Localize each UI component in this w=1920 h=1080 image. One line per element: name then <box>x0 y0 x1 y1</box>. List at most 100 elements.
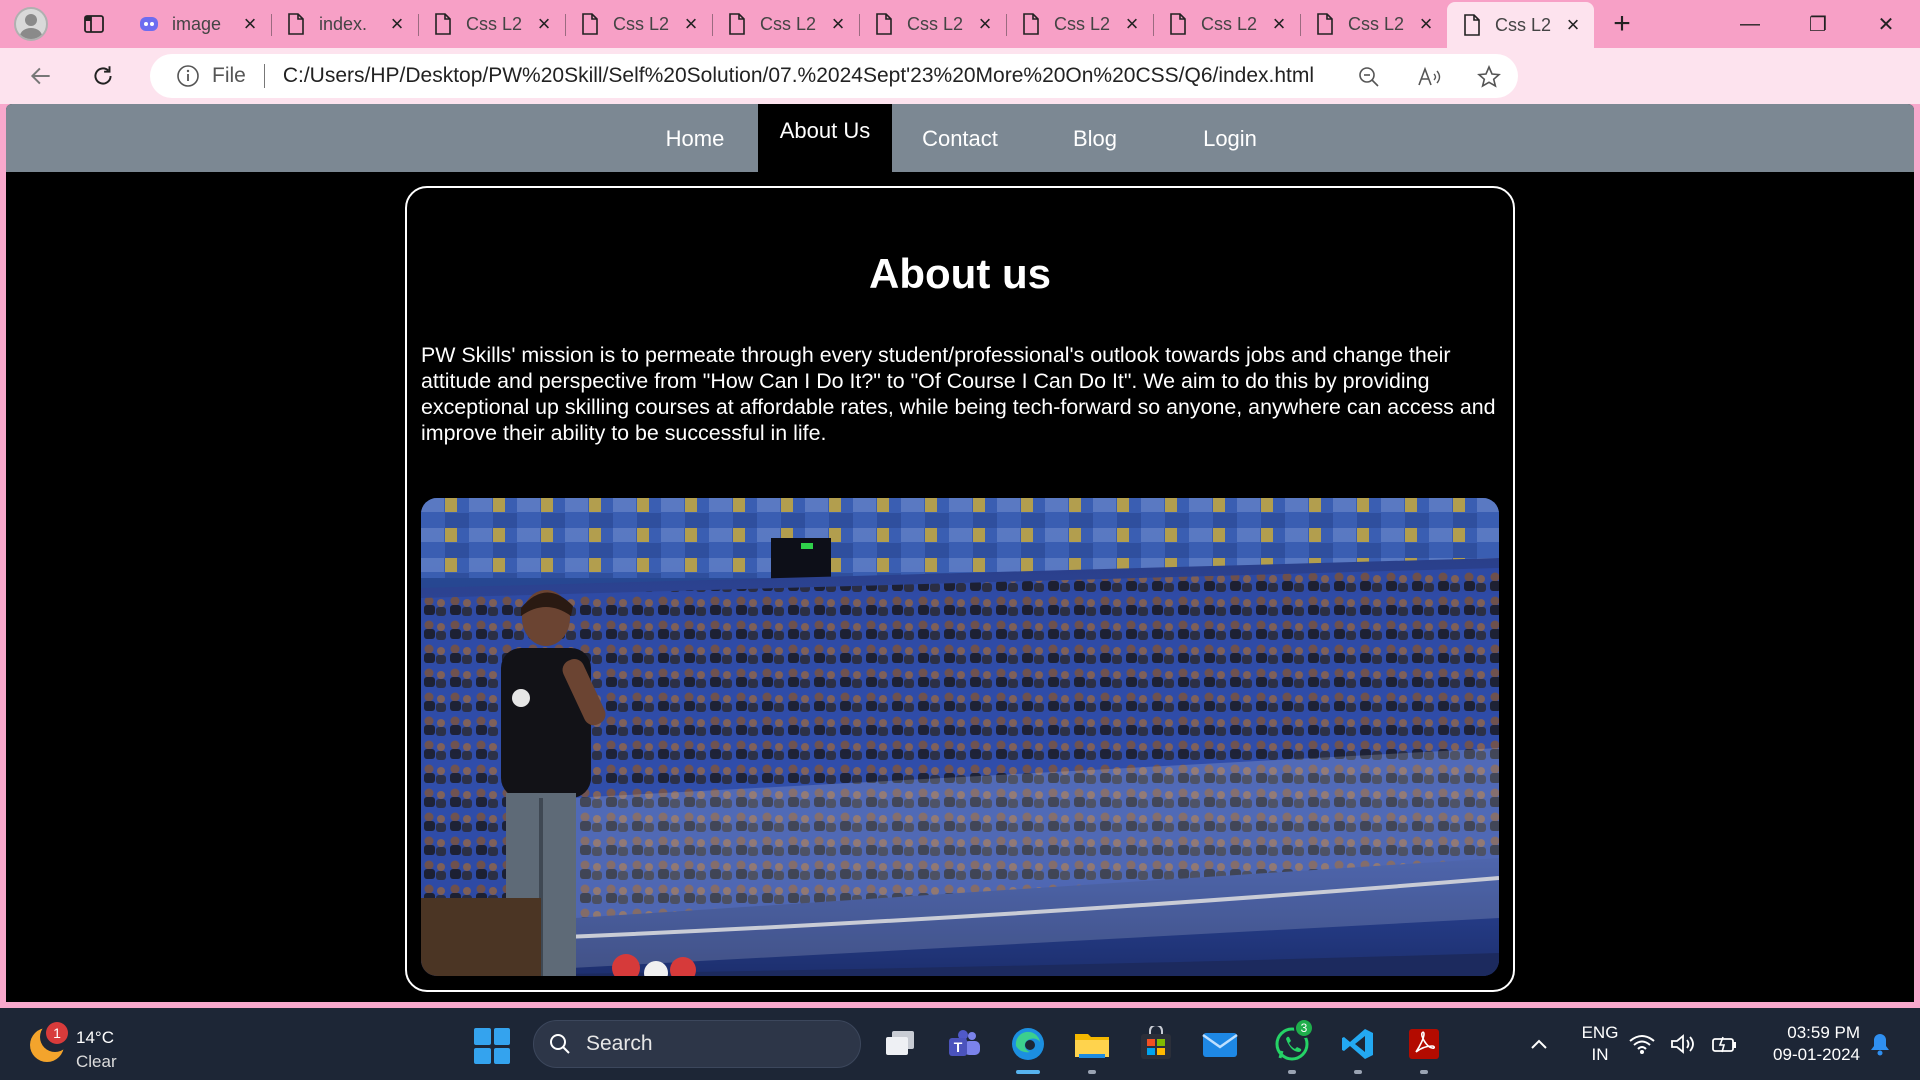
refresh-button[interactable] <box>80 53 126 99</box>
taskbar-search[interactable]: Search <box>533 1020 861 1068</box>
teams-button[interactable]: T <box>940 1020 988 1068</box>
address-toolbar: File C:/Users/HP/Desktop/PW%20Skill/Self… <box>0 48 1920 136</box>
file-icon <box>1167 13 1189 35</box>
file-icon <box>432 13 454 35</box>
close-tab-icon[interactable]: × <box>239 11 261 36</box>
weather-widget[interactable]: 1 14°C Clear <box>26 1018 136 1071</box>
tab-title: Css L2 <box>1054 13 1111 34</box>
page-title: About us <box>869 250 1051 297</box>
folder-icon <box>1075 1034 1109 1058</box>
browser-tab[interactable]: image × <box>124 4 271 44</box>
browser-tab[interactable]: Css L2 × <box>859 4 1006 44</box>
close-tab-icon[interactable]: × <box>827 11 849 36</box>
mail-icon <box>1202 1033 1238 1057</box>
nav-home[interactable]: Home <box>628 104 762 172</box>
wifi-icon <box>1629 1035 1655 1054</box>
tab-title: Css L2 <box>907 13 964 34</box>
system-tray[interactable] <box>1628 1022 1738 1066</box>
close-tab-icon[interactable]: × <box>1121 11 1143 36</box>
tab-title: Css L2 <box>613 13 670 34</box>
close-window-icon[interactable]: ✕ <box>1852 0 1920 48</box>
back-button[interactable] <box>18 53 64 99</box>
close-tab-icon[interactable]: × <box>1268 11 1290 36</box>
nav-about-us[interactable]: About Us <box>758 104 892 172</box>
close-tab-icon[interactable]: × <box>680 11 702 36</box>
file-icon <box>1020 13 1042 35</box>
browser-tab[interactable]: Css L2 × <box>418 4 565 44</box>
tab-title: image <box>172 13 222 34</box>
read-aloud-icon[interactable] <box>1414 62 1444 92</box>
restore-icon[interactable]: ❐ <box>1784 0 1852 48</box>
browser-tab[interactable]: Css L2 × <box>1300 4 1447 44</box>
close-tab-icon[interactable]: × <box>386 11 408 36</box>
nav-login[interactable]: Login <box>1163 104 1297 172</box>
browser-tab[interactable]: Css L2 × <box>1153 4 1300 44</box>
url-text[interactable]: C:/Users/HP/Desktop/PW%20Skill/Self%20So… <box>283 64 1314 88</box>
windows-logo-tile <box>474 1028 491 1045</box>
temperature: 14°C <box>76 1028 114 1047</box>
bell-icon <box>1871 1034 1889 1056</box>
file-icon <box>1461 14 1483 36</box>
file-icon <box>285 13 307 35</box>
windows-logo-tile <box>474 1047 491 1064</box>
browser-tab[interactable]: index. × <box>271 4 418 44</box>
scheme-label: File <box>212 64 246 87</box>
file-explorer-button[interactable] <box>1068 1020 1116 1074</box>
tab-actions-button[interactable] <box>74 4 114 44</box>
divider <box>263 64 265 88</box>
browser-tab-active[interactable]: Css L2 × <box>1447 2 1594 48</box>
acrobat-button[interactable] <box>1400 1020 1448 1074</box>
close-tab-icon[interactable]: × <box>1415 11 1437 36</box>
region-code: IN <box>1591 1045 1609 1064</box>
running-indicator <box>1420 1070 1428 1074</box>
taskbar: 1 14°C Clear Search T 3 ENG IN 03:59 PM … <box>0 1008 1920 1080</box>
language-indicator[interactable]: ENG IN <box>1578 1022 1622 1066</box>
mail-button[interactable] <box>1196 1020 1244 1068</box>
mission-paragraph: PW Skills' mission is to permeate throug… <box>421 343 1496 445</box>
show-hidden-icons[interactable] <box>1516 1020 1562 1068</box>
new-tab-button[interactable]: + <box>1600 4 1644 44</box>
browser-tab[interactable]: Css L2 × <box>712 4 859 44</box>
edge-button[interactable] <box>1004 1020 1052 1074</box>
tab-title: Css L2 <box>466 13 523 34</box>
start-button[interactable] <box>474 1028 510 1064</box>
active-indicator <box>1016 1070 1040 1074</box>
zoom-icon[interactable] <box>1354 62 1384 92</box>
auditorium-image <box>421 498 1499 976</box>
whatsapp-button[interactable]: 3 <box>1268 1018 1316 1074</box>
close-tab-icon[interactable]: × <box>1562 12 1584 37</box>
running-indicator <box>1088 1070 1096 1074</box>
address-bar[interactable]: File C:/Users/HP/Desktop/PW%20Skill/Self… <box>150 54 1518 98</box>
profile-avatar[interactable] <box>14 7 48 41</box>
close-tab-icon[interactable]: × <box>974 11 996 36</box>
close-tab-icon[interactable]: × <box>533 11 555 36</box>
language-code: ENG <box>1581 1023 1619 1042</box>
nav-contact[interactable]: Contact <box>893 104 1027 172</box>
site-navbar: Home About Us Contact Blog Login <box>6 104 1914 172</box>
browser-tab[interactable]: Css L2 × <box>565 4 712 44</box>
battery-icon <box>1712 1036 1736 1053</box>
clock[interactable]: 03:59 PM 09-01-2024 <box>1756 1022 1860 1066</box>
store-button[interactable] <box>1132 1020 1180 1068</box>
nav-blog[interactable]: Blog <box>1028 104 1162 172</box>
browser-tab[interactable]: Css L2 × <box>1006 4 1153 44</box>
about-card: About us PW Skills' mission is to permea… <box>405 186 1515 992</box>
running-indicator <box>1288 1070 1296 1074</box>
weather-condition: Clear <box>76 1052 117 1071</box>
task-view-button[interactable] <box>876 1020 924 1068</box>
clock-date: 09-01-2024 <box>1773 1045 1860 1064</box>
search-icon <box>550 1034 570 1054</box>
search-label: Search <box>586 1032 653 1055</box>
back-arrow-icon <box>30 67 50 85</box>
refresh-icon <box>94 66 112 85</box>
running-indicator <box>1354 1070 1362 1074</box>
info-icon[interactable] <box>176 64 200 88</box>
tab-title: Css L2 <box>760 13 817 34</box>
vscode-button[interactable] <box>1334 1020 1382 1074</box>
clock-time: 03:59 PM <box>1787 1023 1860 1042</box>
notifications-button[interactable] <box>1862 1020 1898 1068</box>
file-icon <box>1314 13 1336 35</box>
minimize-icon[interactable]: — <box>1716 0 1784 48</box>
favorite-star-icon[interactable] <box>1474 62 1504 92</box>
file-icon <box>579 13 601 35</box>
